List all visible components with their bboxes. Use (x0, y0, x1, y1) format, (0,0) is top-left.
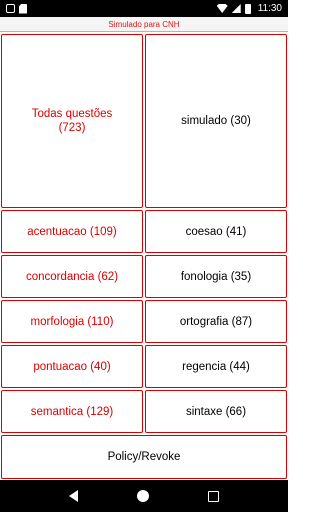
topic-button-ortografia[interactable]: ortografia (87) (145, 300, 287, 343)
signal-icon (231, 4, 241, 13)
wifi-icon (216, 4, 228, 13)
recent-apps-icon[interactable] (207, 490, 219, 502)
home-icon[interactable] (136, 490, 149, 502)
topic-button-pontuacao[interactable]: pontuacao (40) (1, 345, 143, 388)
sd-card-icon (19, 3, 27, 14)
app-title-bar: Simulado para CNH (0, 17, 288, 32)
policy-revoke-button[interactable]: Policy/Revoke (1, 435, 287, 479)
simulado-button[interactable]: simulado (30) (145, 34, 287, 208)
topic-button-fonologia[interactable]: fonologia (35) (145, 255, 287, 298)
app-title: Simulado para CNH (108, 19, 180, 29)
status-bar: 11:30 (0, 0, 288, 17)
all-questions-button[interactable]: Todas questões (723) (1, 34, 143, 208)
topic-button-sintaxe[interactable]: sintaxe (66) (145, 390, 287, 433)
topic-button-concordancia[interactable]: concordancia (62) (1, 255, 143, 298)
navigation-bar (0, 480, 288, 512)
back-icon[interactable] (69, 490, 79, 502)
topic-button-acentuacao[interactable]: acentuacao (109) (1, 210, 143, 253)
topic-button-morfologia[interactable]: morfologia (110) (1, 300, 143, 343)
notification-icon (6, 4, 15, 13)
clock: 11:30 (257, 3, 282, 14)
topic-button-regencia[interactable]: regencia (44) (145, 345, 287, 388)
battery-icon (244, 3, 251, 14)
topic-button-semantica[interactable]: semantica (129) (1, 390, 143, 433)
topic-button-coesao[interactable]: coesao (41) (145, 210, 287, 253)
